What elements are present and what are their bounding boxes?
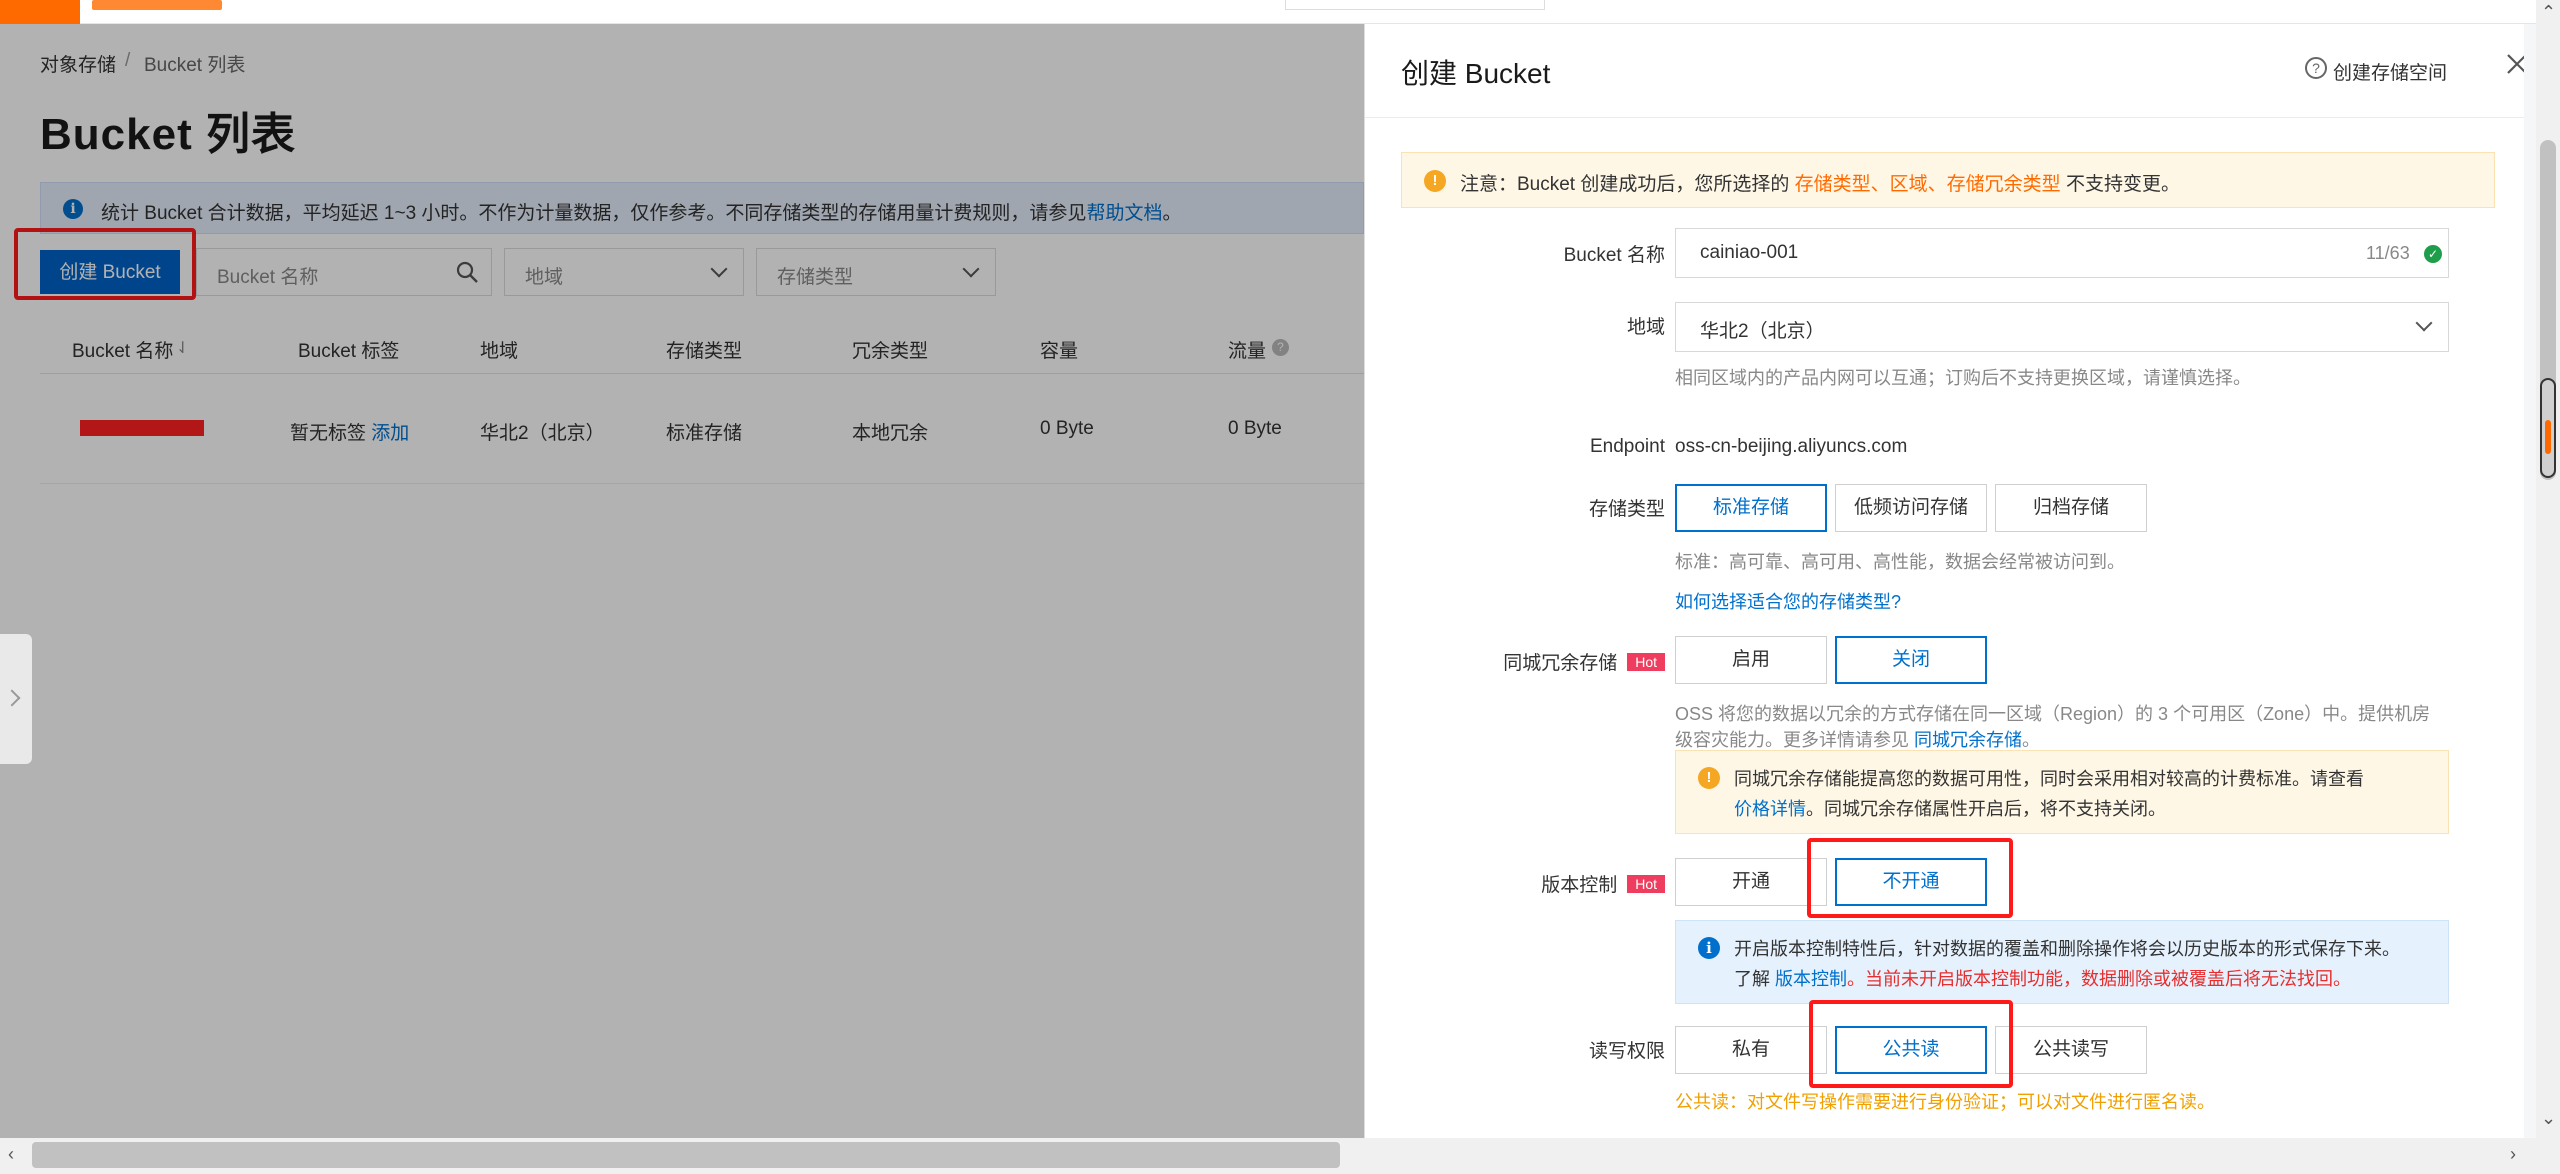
horizontal-scroll-thumb[interactable] <box>32 1142 1340 1168</box>
versioning-doc-link[interactable]: 版本控制 <box>1775 969 1847 989</box>
console-page: 对象存储 / Bucket 列表 Bucket 列表 i 统计 Bucket 合… <box>0 0 1364 1138</box>
immutable-warning-banner: ! 注意：Bucket 创建成功后，您所选择的 存储类型、区域、存储冗余类型 不… <box>1401 152 2495 208</box>
vertical-scrollbar[interactable]: ⌃ ⌄ <box>2536 0 2560 1138</box>
region-hint: 相同区域内的产品内网可以互通；订购后不支持更换区域，请谨慎选择。 <box>1675 364 2251 390</box>
zrs-pricing-banner: ! 同城冗余存储能提高您的数据可用性，同时会采用相对较高的计费标准。请查看 价格… <box>1675 750 2449 834</box>
acl-label: 读写权限 <box>1365 1036 1665 1063</box>
zrs-option-disable[interactable]: 关闭 <box>1835 636 1987 684</box>
modal-overlay[interactable] <box>0 0 1364 1138</box>
zrs-doc-link[interactable]: 同城冗余存储 <box>1914 730 2022 750</box>
question-icon: ? <box>2305 57 2327 79</box>
chevron-down-icon <box>2416 315 2433 332</box>
versioning-banner-line2: 了解 版本控制。当前未开启版本控制功能，数据删除或被覆盖后将无法找回。 <box>1734 965 2351 991</box>
scroll-left-icon[interactable]: ‹ <box>8 1144 14 1165</box>
endpoint-value: oss-cn-beijing.aliyuncs.com <box>1675 436 1907 458</box>
scroll-up-icon[interactable]: ⌃ <box>2541 2 2556 23</box>
highlight-versioning-off <box>1807 838 2013 918</box>
check-icon: ✓ <box>2424 245 2442 263</box>
logo-wordmark <box>92 0 222 10</box>
zrs-banner-line2: 价格详情。同城冗余存储属性开启后，将不支持关闭。 <box>1734 795 2166 821</box>
bucket-name-label: Bucket 名称 <box>1365 240 1665 267</box>
hot-badge: Hot <box>1627 653 1665 671</box>
info-icon: i <box>1698 937 1720 959</box>
region-select[interactable]: 华北2（北京） <box>1675 302 2449 352</box>
pricing-detail-link[interactable]: 价格详情 <box>1734 799 1806 819</box>
endpoint-label: Endpoint <box>1365 436 1665 458</box>
warning-icon: ! <box>1424 170 1446 192</box>
drawer-title: 创建 Bucket <box>1401 52 1550 92</box>
storage-option-ia[interactable]: 低频访问存储 <box>1835 484 1987 532</box>
bucket-name-input[interactable]: cainiao-001 11/63 ✓ <box>1675 228 2449 278</box>
zrs-label: 同城冗余存储Hot <box>1365 648 1665 675</box>
drawer-header: 创建 Bucket ? 创建存储空间 <box>1365 24 2524 118</box>
region-label: 地域 <box>1365 312 1665 339</box>
versioning-option-on[interactable]: 开通 <box>1675 858 1827 906</box>
storage-type-label: 存储类型 <box>1365 494 1665 521</box>
warning-icon: ! <box>1698 767 1720 789</box>
top-search-input[interactable] <box>1285 0 1545 10</box>
storage-guide-link[interactable]: 如何选择适合您的存储类型? <box>1675 588 1901 614</box>
highlight-public-read <box>1809 1000 2013 1088</box>
create-bucket-drawer: 创建 Bucket ? 创建存储空间 ! 注意：Bucket 创建成功后，您所选… <box>1364 24 2524 1138</box>
zrs-hint-line2: 级容灾能力。更多详情请参见 同城冗余存储。 <box>1675 726 2040 752</box>
scroll-down-icon[interactable]: ⌄ <box>2541 1108 2556 1129</box>
scroll-right-icon[interactable]: › <box>2510 1144 2516 1165</box>
logo[interactable] <box>0 0 80 24</box>
acl-option-private[interactable]: 私有 <box>1675 1026 1827 1074</box>
create-storage-help-link[interactable]: ? 创建存储空间 <box>2333 58 2447 85</box>
versioning-banner-line1: 开启版本控制特性后，针对数据的覆盖和删除操作将会以历史版本的形式保存下来。 <box>1734 935 2400 961</box>
storage-option-standard[interactable]: 标准存储 <box>1675 484 1827 532</box>
acl-hint: 公共读：对文件写操作需要进行身份验证；可以对文件进行匿名读。 <box>1675 1088 2215 1114</box>
horizontal-scrollbar[interactable]: ‹ › <box>0 1138 2560 1174</box>
storage-option-archive[interactable]: 归档存储 <box>1995 484 2147 532</box>
close-icon[interactable] <box>2505 52 2524 76</box>
versioning-info-banner: i 开启版本控制特性后，针对数据的覆盖和删除操作将会以历史版本的形式保存下来。 … <box>1675 920 2449 1004</box>
warning-text: 注意：Bucket 创建成功后，您所选择的 存储类型、区域、存储冗余类型 不支持… <box>1460 169 2180 196</box>
zrs-hint-line1: OSS 将您的数据以冗余的方式存储在同一区域（Region）的 3 个可用区（Z… <box>1675 700 2430 726</box>
versioning-label: 版本控制Hot <box>1365 870 1665 897</box>
storage-hint: 标准：高可靠、高可用、高性能，数据会经常被访问到。 <box>1675 548 2125 574</box>
page-scroll-indicator[interactable] <box>2540 378 2556 478</box>
chevron-right-icon <box>4 690 21 707</box>
name-length-counter: 11/63 <box>2366 243 2410 264</box>
hot-badge: Hot <box>1627 875 1665 893</box>
sidebar-toggle[interactable] <box>0 634 32 764</box>
top-bar <box>0 0 2560 24</box>
zrs-option-enable[interactable]: 启用 <box>1675 636 1827 684</box>
acl-option-public-read-write[interactable]: 公共读写 <box>1995 1026 2147 1074</box>
zrs-banner-line1: 同城冗余存储能提高您的数据可用性，同时会采用相对较高的计费标准。请查看 <box>1734 765 2364 791</box>
